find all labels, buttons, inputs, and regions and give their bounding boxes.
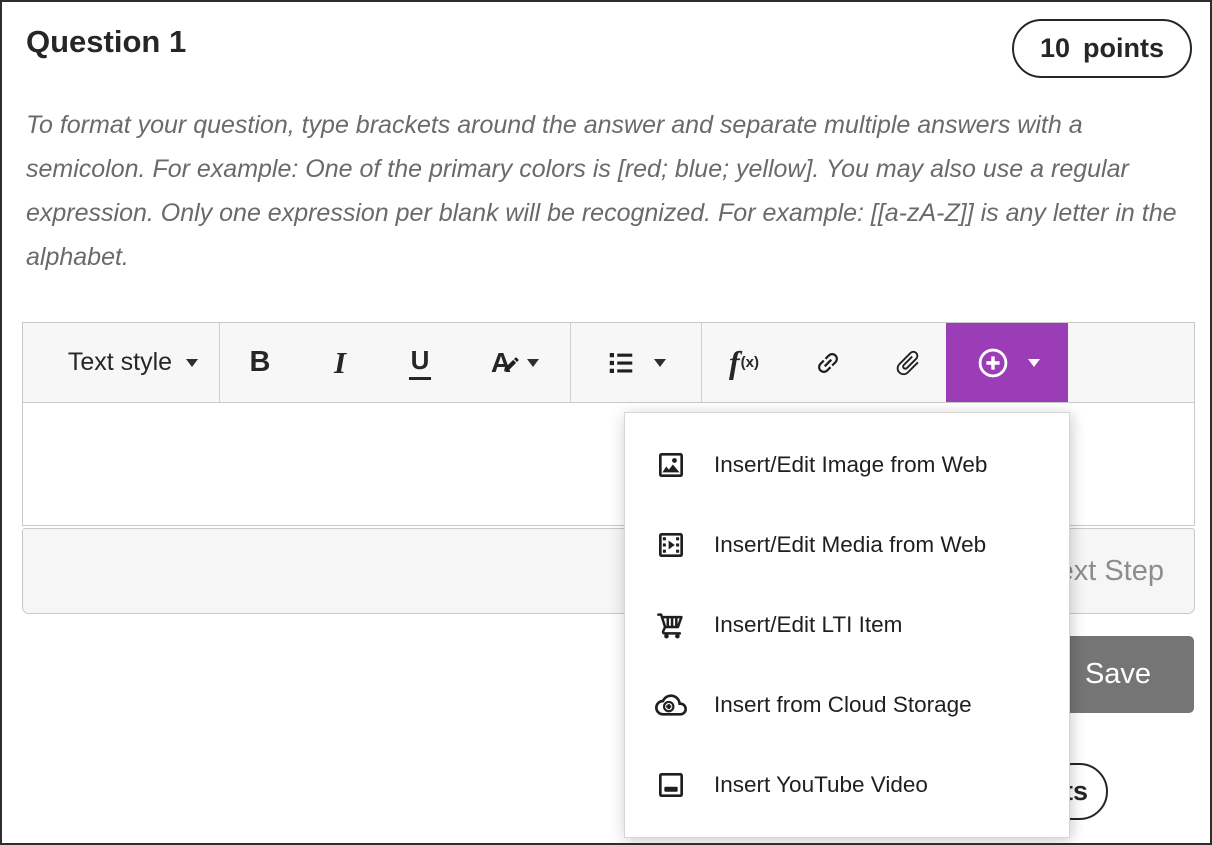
media-icon	[655, 529, 687, 561]
menu-item-label: Insert YouTube Video	[714, 772, 928, 798]
points-value: 10	[1040, 33, 1070, 64]
points-pill[interactable]: 10 points	[1012, 19, 1192, 78]
italic-button[interactable]: I	[300, 323, 380, 402]
cloud-add-icon	[655, 689, 687, 721]
paperclip-icon	[887, 341, 929, 383]
formula-icon: f	[729, 344, 740, 381]
menu-item-label: Insert/Edit LTI Item	[714, 612, 902, 638]
insert-link-button[interactable]	[786, 323, 870, 402]
format-instructions: To format your question, type brackets a…	[26, 103, 1194, 279]
menu-item-insert-media[interactable]: Insert/Edit Media from Web	[625, 505, 1069, 585]
underline-label: U	[409, 345, 432, 380]
attach-file-button[interactable]	[870, 323, 946, 402]
chevron-down-icon	[1028, 359, 1040, 367]
youtube-icon	[655, 769, 687, 801]
bullet-list-icon	[606, 348, 636, 378]
add-content-button[interactable]	[946, 323, 1068, 402]
chevron-down-icon	[186, 359, 198, 367]
menu-item-insert-cloud[interactable]: Insert from Cloud Storage	[625, 665, 1069, 745]
question-title: Question 1	[26, 24, 186, 60]
menu-item-label: Insert/Edit Image from Web	[714, 452, 987, 478]
menu-item-label: Insert/Edit Media from Web	[714, 532, 986, 558]
points-label: points	[1083, 33, 1164, 64]
plus-circle-icon	[975, 345, 1011, 381]
shopping-cart-icon	[655, 609, 687, 641]
menu-item-insert-lti[interactable]: Insert/Edit LTI Item	[625, 585, 1069, 665]
text-style-label: Text style	[68, 348, 172, 377]
text-color-button[interactable]: A	[460, 323, 570, 402]
editor-toolbar: Text style B I U A	[23, 323, 1194, 403]
text-style-dropdown[interactable]: Text style	[47, 323, 219, 402]
insert-content-menu: Insert/Edit Image from Web Insert/Edit M…	[624, 412, 1070, 838]
chevron-down-icon	[527, 359, 539, 367]
bold-button[interactable]: B	[220, 323, 300, 402]
question-editor-page: Question 1 10 points To format your ques…	[0, 0, 1212, 845]
menu-item-label: Insert from Cloud Storage	[714, 692, 972, 718]
link-icon	[808, 343, 848, 383]
list-dropdown[interactable]	[571, 323, 701, 402]
menu-item-insert-youtube[interactable]: Insert YouTube Video	[625, 745, 1069, 825]
chevron-down-icon	[654, 359, 666, 367]
math-formula-button[interactable]: f(x)	[702, 323, 786, 402]
image-icon	[655, 449, 687, 481]
pen-icon	[502, 355, 521, 374]
menu-item-insert-image[interactable]: Insert/Edit Image from Web	[625, 425, 1069, 505]
underline-button[interactable]: U	[380, 323, 460, 402]
